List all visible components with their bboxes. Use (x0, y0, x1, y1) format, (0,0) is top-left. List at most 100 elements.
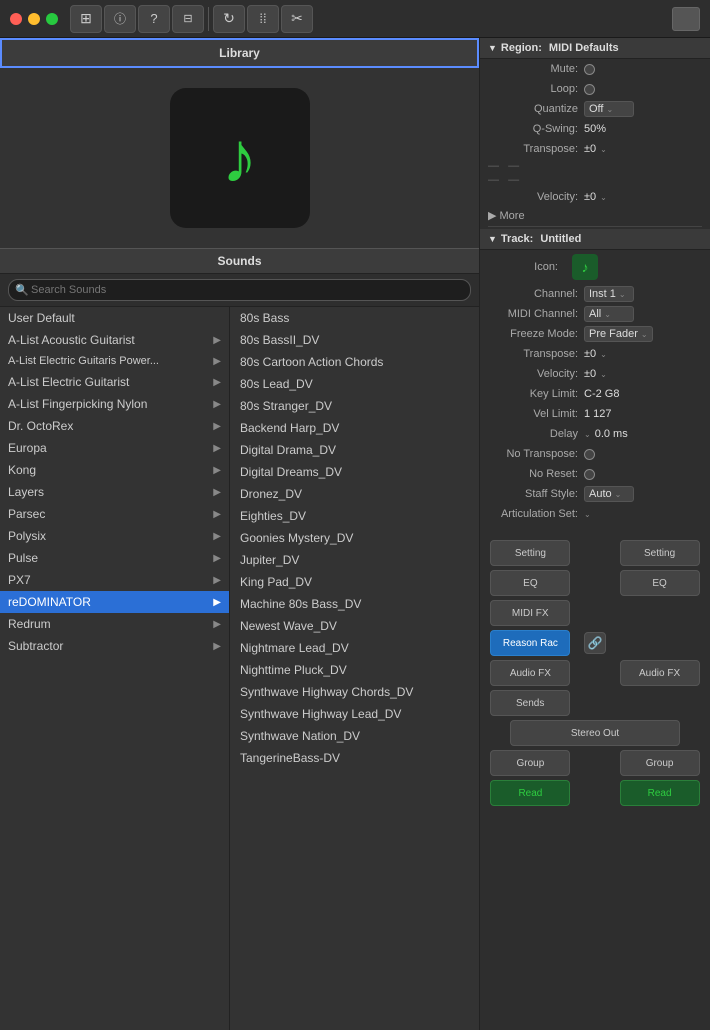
list-item[interactable]: Newest Wave_DV (230, 615, 479, 637)
arrow-icon: ▶ (213, 509, 221, 520)
list-item[interactable]: A-List Fingerpicking Nylon ▶ (0, 393, 229, 415)
close-button[interactable] (10, 13, 22, 25)
list-item[interactable]: Synthwave Highway Lead_DV (230, 703, 479, 725)
freeze-mode-label: Freeze Mode: (488, 328, 578, 340)
list-item[interactable]: Nightmare Lead_DV (230, 637, 479, 659)
list-item[interactable]: A-List Electric Guitaris Power... ▶ (0, 351, 229, 371)
maximize-button[interactable] (46, 13, 58, 25)
list-item[interactable]: 80s BassII_DV (230, 329, 479, 351)
list-item[interactable]: 80s Lead_DV (230, 373, 479, 395)
mute-checkbox[interactable] (584, 64, 595, 75)
list-item[interactable]: Polysix ▶ (0, 525, 229, 547)
midi-channel-dropdown[interactable]: All ⌄ (584, 306, 634, 322)
qswing-value: 50% (584, 123, 606, 135)
no-reset-checkbox[interactable] (584, 469, 595, 480)
setting-btn-1[interactable]: Setting (490, 540, 570, 566)
collapse-track-icon[interactable]: ▼ (488, 234, 497, 244)
list-item[interactable]: Synthwave Highway Chords_DV (230, 681, 479, 703)
list-item[interactable]: Dronez_DV (230, 483, 479, 505)
freeze-dropdown[interactable]: Pre Fader ⌄ (584, 326, 653, 342)
list-item[interactable]: 80s Stranger_DV (230, 395, 479, 417)
track-velocity-label: Velocity: (488, 368, 578, 380)
list-item[interactable]: Synthwave Nation_DV (230, 725, 479, 747)
arrow-icon: ▶ (213, 421, 221, 432)
list-item[interactable]: Machine 80s Bass_DV (230, 593, 479, 615)
sidebar-item-parsec[interactable]: Parsec ▶ (0, 503, 229, 525)
reason-rac-btn[interactable]: Reason Rac (490, 630, 570, 656)
midi-fx-row: MIDI FX (486, 600, 704, 626)
list-item[interactable]: 80s Cartoon Action Chords (230, 351, 479, 373)
read-btn-1[interactable]: Read (490, 780, 570, 806)
library-title: Library (219, 46, 260, 60)
group-row: Group Group (486, 750, 704, 776)
minimize-button[interactable] (28, 13, 40, 25)
eq-btn-2[interactable]: EQ (620, 570, 700, 596)
staff-style-row: Staff Style: Auto ⌄ (480, 484, 710, 504)
list-item[interactable]: Pulse ▶ (0, 547, 229, 569)
sidebar-item-layers[interactable]: Layers ▶ (0, 481, 229, 503)
midi-fx-btn[interactable]: MIDI FX (490, 600, 570, 626)
audio-fx-btn-1[interactable]: Audio FX (490, 660, 570, 686)
loop-checkbox[interactable] (584, 84, 595, 95)
input-btn[interactable]: ⊟ (172, 5, 204, 33)
more-button[interactable]: ▶ More (480, 207, 710, 224)
setting-btn-2[interactable]: Setting (620, 540, 700, 566)
collapse-triangle-icon[interactable]: ▼ (488, 43, 497, 53)
eq-btn[interactable]: ⁞⁞ (247, 5, 279, 33)
eq-btn-1[interactable]: EQ (490, 570, 570, 596)
sends-btn[interactable]: Sends (490, 690, 570, 716)
loop-btn[interactable]: ↻ (213, 5, 245, 33)
group-btn-1[interactable]: Group (490, 750, 570, 776)
list-item-redominator[interactable]: reDOMINATOR ▶ (0, 591, 229, 613)
read-row: Read Read (486, 780, 704, 806)
list-item[interactable]: Dr. OctoRex ▶ (0, 415, 229, 437)
search-input[interactable] (8, 279, 471, 301)
list-item[interactable]: Nighttime Pluck_DV (230, 659, 479, 681)
icon-label: Icon: (488, 261, 558, 273)
list-item[interactable]: Digital Dreams_DV (230, 461, 479, 483)
no-transpose-checkbox[interactable] (584, 449, 595, 460)
library-panel: Library ♪ Sounds 🔍 User Default A-List A… (0, 38, 480, 1030)
midi-channel-label: MIDI Channel: (488, 308, 578, 320)
media-browser-btn[interactable]: ⊞ (70, 5, 102, 33)
articulation-set-label: Articulation Set: (488, 508, 578, 520)
mute-label: Mute: (488, 63, 578, 75)
list-item[interactable]: Jupiter_DV (230, 549, 479, 571)
list-item[interactable]: Digital Drama_DV (230, 439, 479, 461)
help-btn[interactable]: ? (138, 5, 170, 33)
channel-dropdown[interactable]: Inst 1 ⌄ (584, 286, 634, 302)
list-item[interactable]: User Default (0, 307, 229, 329)
scissors-btn[interactable]: ✂ (281, 5, 313, 33)
loop-value (584, 84, 595, 95)
list-item[interactable]: Europa ▶ (0, 437, 229, 459)
list-item[interactable]: Kong ▶ (0, 459, 229, 481)
list-item[interactable]: Eighties_DV (230, 505, 479, 527)
list-item[interactable]: Redrum ▶ (0, 613, 229, 635)
velocity-label: Velocity: (488, 191, 578, 203)
list-item[interactable]: A-List Acoustic Guitarist ▶ (0, 329, 229, 351)
read-btn-2[interactable]: Read (620, 780, 700, 806)
list-item[interactable]: King Pad_DV (230, 571, 479, 593)
list-item[interactable]: Subtractor ▶ (0, 635, 229, 657)
quantize-label: Quantize (488, 103, 578, 115)
list-item[interactable]: 80s Bass (230, 307, 479, 329)
corner-button[interactable] (672, 7, 700, 31)
arrow-icon: ▶ (213, 335, 221, 346)
list-item[interactable]: Backend Harp_DV (230, 417, 479, 439)
track-icon[interactable]: ♪ (572, 254, 598, 280)
mute-row: Mute: (480, 59, 710, 79)
dash-line-2: — — (480, 173, 710, 187)
staff-style-dropdown[interactable]: Auto ⌄ (584, 486, 634, 502)
info-btn[interactable]: ⓘ (104, 5, 136, 33)
list-item[interactable]: PX7 ▶ (0, 569, 229, 591)
quantize-dropdown[interactable]: Off ⌄ (584, 101, 634, 117)
audio-fx-btn-2[interactable]: Audio FX (620, 660, 700, 686)
stereo-out-btn[interactable]: Stereo Out (510, 720, 680, 746)
list-item[interactable]: Goonies Mystery_DV (230, 527, 479, 549)
region-transpose-row: Transpose: ±0 ⌄ (480, 139, 710, 159)
left-instrument-list: User Default A-List Acoustic Guitarist ▶… (0, 307, 230, 1030)
link-btn[interactable]: 🔗 (584, 632, 606, 654)
list-item[interactable]: A-List Electric Guitarist ▶ (0, 371, 229, 393)
list-item[interactable]: TangerineBass-DV (230, 747, 479, 769)
group-btn-2[interactable]: Group (620, 750, 700, 776)
